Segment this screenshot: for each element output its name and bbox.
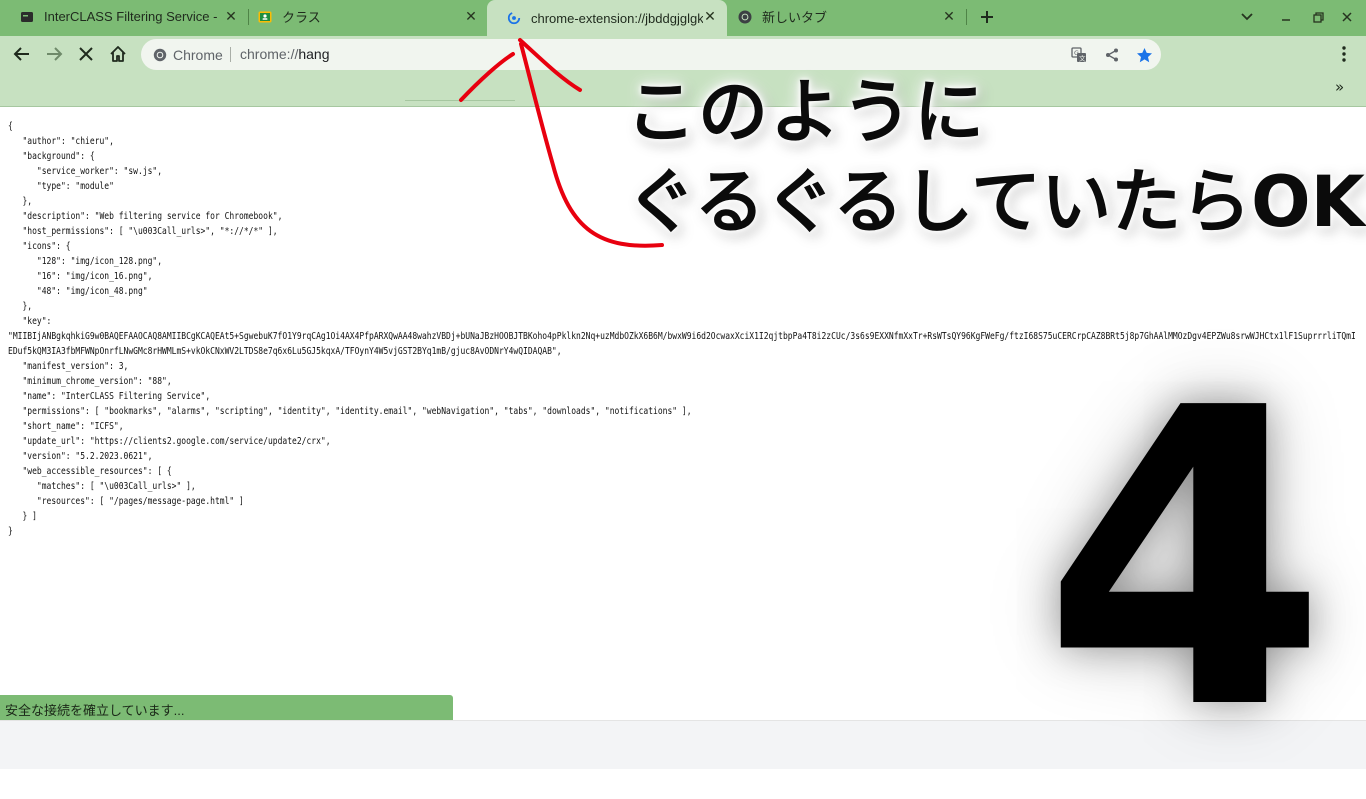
tab-title: chrome-extension://jbddgjglgkk xyxy=(531,10,703,26)
tab-class[interactable]: クラス ✕ xyxy=(238,0,488,33)
close-icon[interactable]: ✕ xyxy=(701,7,719,25)
tab-new-tab[interactable]: 新しいタブ ✕ xyxy=(718,0,966,33)
back-icon[interactable] xyxy=(10,42,34,66)
svg-text:文: 文 xyxy=(1079,54,1086,63)
tab-interclass[interactable]: InterCLASS Filtering Service - E ✕ xyxy=(0,0,248,33)
new-tab-button[interactable] xyxy=(976,6,998,28)
site-chip[interactable]: Chrome xyxy=(153,47,223,63)
tab-title: 新しいタブ xyxy=(762,10,828,25)
tab-title: クラス xyxy=(282,10,321,25)
translate-icon[interactable]: G文 xyxy=(1070,46,1088,64)
omnibox-divider xyxy=(230,47,231,62)
url-scheme: chrome:// xyxy=(240,46,299,62)
restore-icon[interactable] xyxy=(1307,6,1329,28)
more-menu-icon[interactable] xyxy=(1334,44,1354,64)
tab-title: InterCLASS Filtering Service - E xyxy=(44,9,222,24)
close-icon[interactable]: ✕ xyxy=(940,7,958,25)
minimize-icon[interactable] xyxy=(1275,6,1297,28)
classroom-icon xyxy=(258,10,272,24)
loading-progress-line xyxy=(405,100,515,101)
extension-favicon-icon xyxy=(20,10,34,24)
tab-search-chevron-icon[interactable] xyxy=(1236,6,1258,28)
tab-strip: InterCLASS Filtering Service - E ✕ クラス ✕… xyxy=(0,0,1366,36)
url-host: hang xyxy=(298,46,330,62)
chrome-icon xyxy=(153,48,167,62)
annotation-caption-line2: ぐるぐるしていたらOK xyxy=(626,161,1365,243)
stop-loading-icon[interactable] xyxy=(74,42,98,66)
share-icon[interactable] xyxy=(1103,46,1121,64)
site-chip-label: Chrome xyxy=(173,47,223,63)
status-bubble: 安全な接続を確立しています... xyxy=(0,695,453,720)
annotation-caption-line1: このように xyxy=(626,71,986,153)
forward-icon[interactable] xyxy=(42,42,66,66)
chrome-icon xyxy=(738,10,752,24)
url-text[interactable]: chrome://hang xyxy=(240,46,330,62)
home-icon[interactable] xyxy=(106,42,130,66)
tab-separator xyxy=(966,9,967,25)
tab-chrome-extension[interactable]: chrome-extension://jbddgjglgkk ✕ xyxy=(487,0,727,36)
close-icon[interactable]: ✕ xyxy=(462,7,480,25)
step-number-badge: 4 xyxy=(1034,321,1335,799)
bookmark-star-icon[interactable] xyxy=(1135,46,1153,64)
loading-spinner-icon xyxy=(507,11,521,25)
close-window-icon[interactable] xyxy=(1336,6,1358,28)
more-bookmarks-chevron-icon[interactable]: » xyxy=(1335,78,1344,96)
